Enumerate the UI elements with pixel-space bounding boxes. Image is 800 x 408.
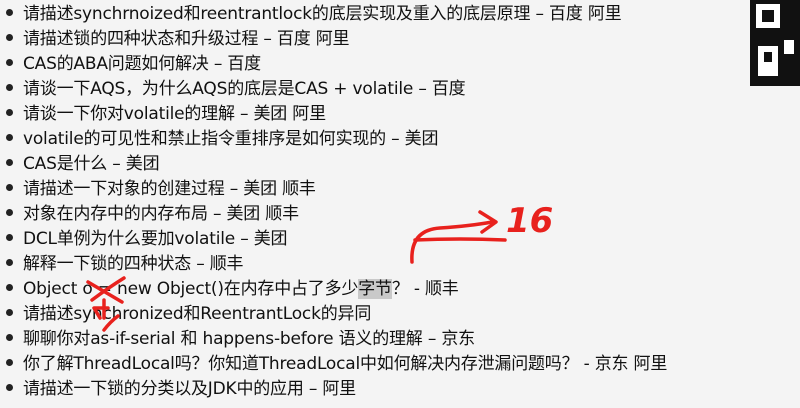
list-item: DCL单例为什么要加volatile – 美团 (6, 227, 288, 252)
list-item: volatile的可见性和禁止指令重排序是如何实现的 – 美团 (6, 127, 438, 152)
list-item: 请描述锁的四种状态和升级过程 – 百度 阿里 (6, 27, 350, 52)
question-text: Object o = new Object()在内存中占了多少 (23, 279, 359, 299)
question-text: 聊聊你对as-if-serial 和 happens-before 语义的理解 … (23, 329, 475, 349)
bullet-icon (6, 208, 13, 216)
question-text: 解释一下锁的四种状态 – 顺丰 (23, 254, 244, 274)
question-text: 请描述synchrnoized和reentrantlock的底层实现及重入的底层… (23, 4, 622, 24)
bullet-icon (6, 58, 13, 66)
bullet-icon (6, 233, 13, 241)
bullet-icon (6, 283, 13, 291)
bullet-icon (6, 358, 13, 366)
question-text: 请描述synchronized和ReentrantLock的异同 (23, 304, 372, 324)
bullet-icon (6, 8, 13, 16)
question-text: 请描述一下对象的创建过程 – 美团 顺丰 (23, 179, 316, 199)
question-text: 请描述一下锁的分类以及JDK中的应用 – 阿里 (23, 379, 356, 399)
question-text: 对象在内存中的内存布局 – 美团 顺丰 (23, 204, 299, 224)
bullet-icon (6, 383, 13, 391)
handwritten-number: 16 (506, 201, 553, 241)
list-item: 你了解ThreadLocal吗？你知道ThreadLocal中如何解决内存泄漏问… (6, 352, 667, 377)
bullet-icon (6, 83, 13, 91)
highlighted-word: 字节 (358, 279, 392, 299)
list-item: 请描述一下对象的创建过程 – 美团 顺丰 (6, 177, 316, 202)
arrow-head-mark (478, 210, 498, 234)
list-item: 请描述synchronized和ReentrantLock的异同 (6, 302, 371, 327)
question-text: 你了解ThreadLocal吗？你知道ThreadLocal中如何解决内存泄漏问… (23, 354, 668, 374)
list-item: 请谈一下你对volatile的理解 – 美团 阿里 (6, 102, 326, 127)
question-text: 请描述锁的四种状态和升级过程 – 百度 阿里 (23, 29, 350, 49)
underline-mark (413, 237, 507, 242)
arrow-mark (410, 220, 494, 264)
bullet-icon (6, 158, 13, 166)
question-text: 请谈一下AQS，为什么AQS的底层是CAS + volatile – 百度 (23, 79, 466, 99)
list-item: 请描述一下锁的分类以及JDK中的应用 – 阿里 (6, 377, 356, 402)
question-text: CAS的ABA问题如何解决 – 百度 (23, 54, 261, 74)
bullet-icon (6, 183, 13, 191)
question-text: 请谈一下你对volatile的理解 – 美团 阿里 (23, 104, 326, 124)
list-item: 聊聊你对as-if-serial 和 happens-before 语义的理解 … (6, 327, 475, 352)
qr-code-icon (750, 0, 800, 86)
list-item: 解释一下锁的四种状态 – 顺丰 (6, 252, 244, 277)
list-item: CAS是什么 – 美团 (6, 152, 160, 177)
bullet-icon (6, 108, 13, 116)
bullet-icon (6, 33, 13, 41)
bullet-icon (6, 133, 13, 141)
bullet-icon (6, 308, 13, 316)
list-item: 对象在内存中的内存布局 – 美团 顺丰 (6, 202, 299, 227)
list-item: CAS的ABA问题如何解决 – 百度 (6, 52, 261, 77)
list-item: Object o = new Object()在内存中占了多少字节？ - 顺丰 (6, 277, 459, 302)
list-item: 请描述synchrnoized和reentrantlock的底层实现及重入的底层… (6, 2, 622, 27)
bullet-icon (6, 333, 13, 341)
question-text: volatile的可见性和禁止指令重排序是如何实现的 – 美团 (23, 129, 439, 149)
list-item: 请谈一下AQS，为什么AQS的底层是CAS + volatile – 百度 (6, 77, 466, 102)
question-text: CAS是什么 – 美团 (23, 154, 160, 174)
bullet-icon (6, 258, 13, 266)
question-text-suffix: ？ - 顺丰 (391, 279, 459, 299)
question-text: DCL单例为什么要加volatile – 美团 (23, 229, 288, 249)
